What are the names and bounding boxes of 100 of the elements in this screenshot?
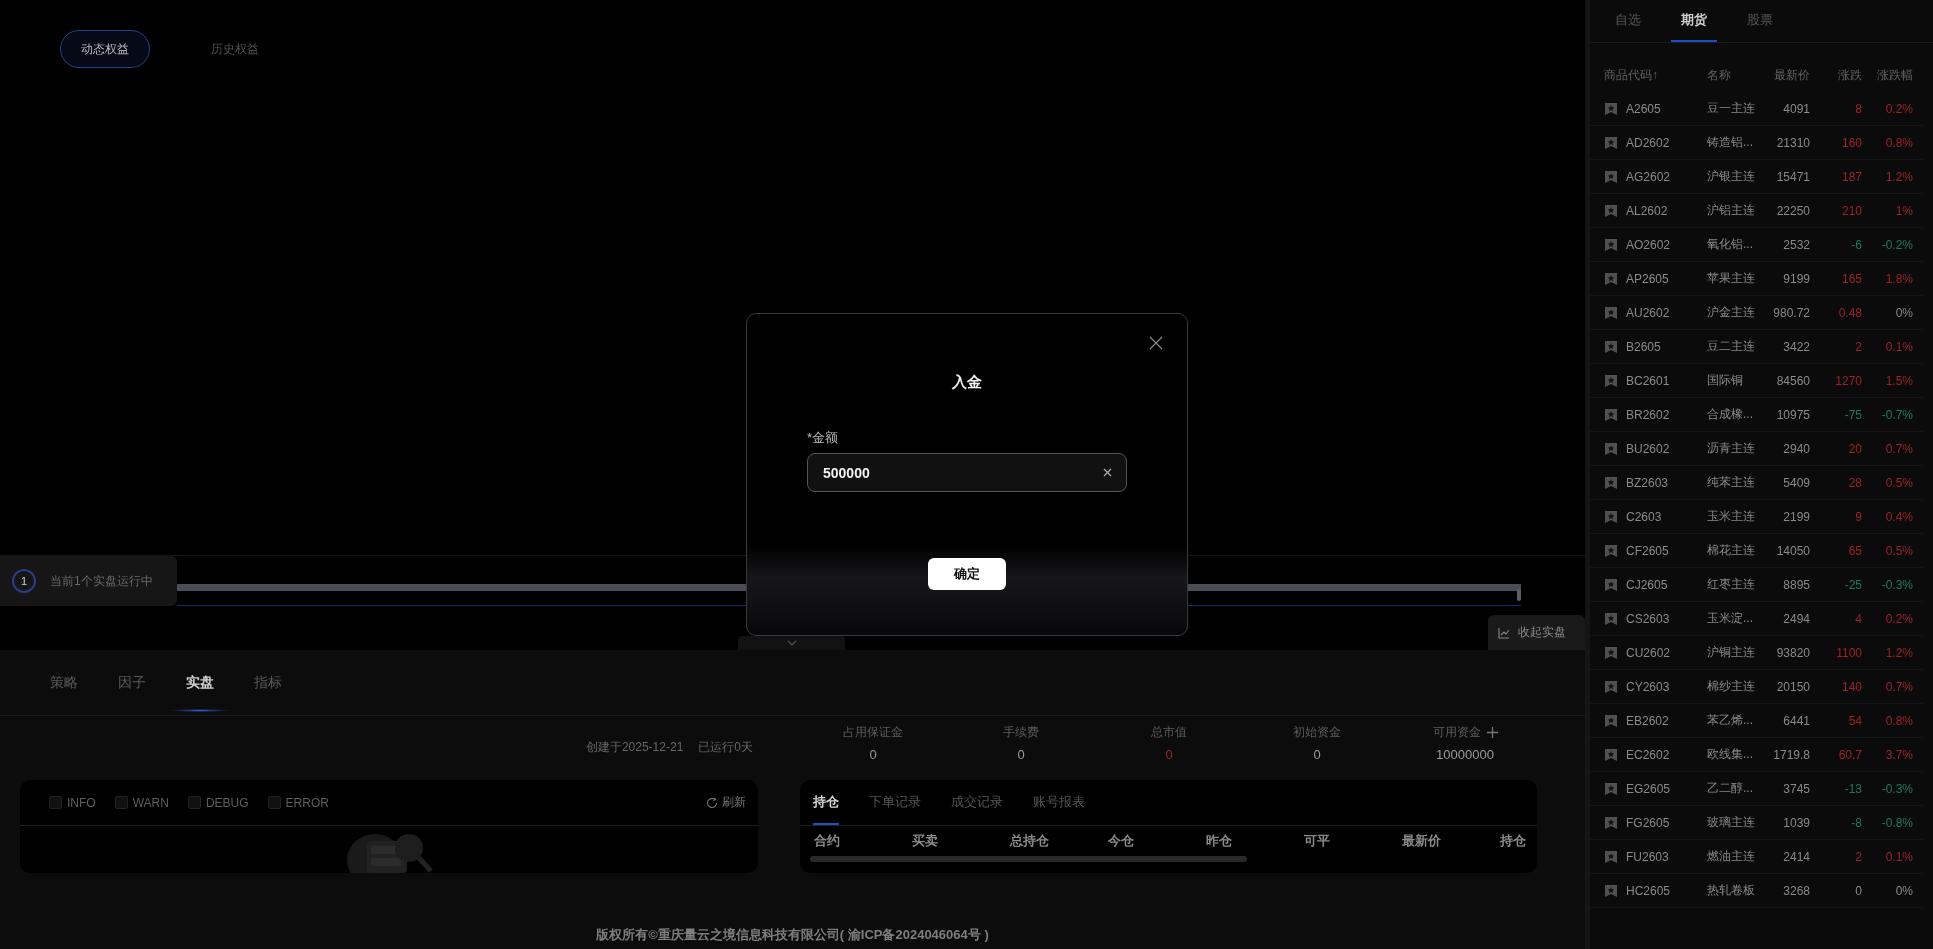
plus-icon[interactable] [1486, 727, 1498, 738]
contract-name: 合成橡... [1707, 406, 1754, 423]
checkbox[interactable] [114, 796, 128, 809]
checkbox[interactable] [267, 796, 281, 809]
bookmark-icon[interactable] [1604, 203, 1618, 218]
contract-name: 纯苯主连 [1707, 474, 1756, 491]
amount-field[interactable]: 500000 [807, 453, 1127, 492]
price-change: 4 [1854, 611, 1862, 626]
positions-tab[interactable]: 下单记录 [869, 780, 921, 825]
positions-tab[interactable]: 持仓 [813, 780, 839, 825]
change-percent: 0.5% [1884, 475, 1913, 490]
latest-price: 2414 [1782, 849, 1810, 864]
contract-code: AD2602 [1626, 135, 1671, 150]
change-percent: 0.7% [1884, 679, 1913, 694]
bookmark-icon[interactable] [1604, 407, 1618, 422]
bookmark-icon[interactable] [1604, 339, 1618, 354]
bookmark-icon[interactable] [1604, 645, 1618, 660]
collapse-button[interactable]: 收起实盘 [1488, 615, 1585, 650]
bookmark-icon[interactable] [1604, 849, 1618, 864]
column-header: 昨仓 [1206, 832, 1233, 850]
stat-value: 0 [869, 747, 877, 762]
bookmark-icon[interactable] [1604, 237, 1618, 252]
bookmark-icon[interactable] [1604, 101, 1618, 116]
bookmark-icon[interactable] [1604, 679, 1618, 694]
stat-label: 总市值 [1151, 724, 1187, 741]
price-change: 0.48 [1837, 305, 1862, 320]
bookmark-icon[interactable] [1604, 441, 1618, 456]
contract-code: CU2602 [1626, 645, 1672, 660]
confirm-button[interactable]: 确定 [928, 558, 1006, 590]
bookmark-icon[interactable] [1604, 135, 1618, 150]
panel-toggle-button[interactable] [738, 636, 845, 650]
bookmark-icon[interactable] [1604, 815, 1618, 830]
panel-tab[interactable]: 策略 [34, 650, 94, 715]
price-change: 0 [1854, 883, 1862, 898]
bookmark-icon[interactable] [1604, 577, 1618, 592]
contract-code: B2605 [1626, 339, 1662, 354]
latest-price: 980.72 [1772, 305, 1810, 320]
contract-code: AG2602 [1626, 169, 1672, 184]
contract-name: 苹果主连 [1707, 270, 1756, 287]
market-tab[interactable]: 自选 [1605, 0, 1651, 42]
bookmark-icon[interactable] [1604, 169, 1618, 184]
bookmark-icon[interactable] [1604, 373, 1618, 388]
price-change: -8 [1850, 815, 1862, 830]
change-percent: 1.2% [1884, 645, 1913, 660]
horizontal-scrollbar[interactable] [810, 856, 1247, 862]
latest-price: 14050 [1775, 543, 1810, 558]
change-percent: 0.1% [1884, 849, 1913, 864]
contract-name: 乙二醇... [1707, 780, 1754, 797]
checkbox[interactable] [49, 796, 62, 809]
contract-code: A2605 [1626, 101, 1662, 116]
bookmark-icon[interactable] [1604, 883, 1618, 898]
bookmark-icon[interactable] [1604, 475, 1618, 490]
contract-name: 沪金主连 [1707, 304, 1756, 321]
column-header: 总持仓 [1010, 832, 1050, 850]
contract-name: 棉花主连 [1707, 542, 1756, 559]
equity-tab[interactable]: 历史权益 [190, 30, 280, 68]
checkbox[interactable] [187, 796, 201, 809]
latest-price: 1719.8 [1772, 747, 1810, 762]
latest-price: 5409 [1782, 475, 1810, 490]
market-tab[interactable]: 股票 [1737, 0, 1783, 42]
market-tab[interactable]: 期货 [1671, 0, 1717, 42]
change-percent: 0.2% [1884, 101, 1913, 116]
price-change: 8 [1854, 101, 1862, 116]
contract-name: 棉纱主连 [1707, 678, 1756, 695]
bookmark-icon[interactable] [1604, 305, 1618, 320]
contract-name: 国际铜 [1707, 372, 1744, 389]
positions-tab[interactable]: 账号报表 [1033, 780, 1085, 825]
latest-price: 1039 [1782, 815, 1810, 830]
contract-name: 豆二主连 [1707, 338, 1756, 355]
clear-icon[interactable] [1103, 468, 1112, 477]
bookmark-icon[interactable] [1604, 271, 1618, 286]
price-change: 1270 [1834, 373, 1862, 388]
equity-tab[interactable]: 动态权益 [60, 30, 150, 68]
bookmark-icon[interactable] [1604, 509, 1618, 524]
bookmark-icon[interactable] [1604, 747, 1618, 762]
price-change: 20 [1847, 441, 1862, 456]
change-percent: 3.7% [1884, 747, 1913, 762]
change-percent: 0% [1894, 305, 1913, 320]
panel-tab[interactable]: 因子 [102, 650, 162, 715]
change-percent: 0.7% [1884, 441, 1913, 456]
contract-name: 苯乙烯... [1707, 712, 1754, 729]
bookmark-icon[interactable] [1604, 781, 1618, 796]
latest-price: 2199 [1782, 509, 1810, 524]
column-header[interactable]: 商品代码↑ [1604, 67, 1707, 84]
panel-tab[interactable]: 实盘 [170, 650, 230, 715]
refresh-icon [706, 796, 718, 809]
checkbox-label: DEBUG [205, 795, 249, 810]
panel-tab[interactable]: 指标 [238, 650, 298, 715]
bookmark-icon[interactable] [1604, 543, 1618, 558]
bookmark-icon[interactable] [1604, 713, 1618, 728]
column-header: 持仓 [1500, 832, 1527, 850]
change-percent: 1.5% [1884, 373, 1913, 388]
positions-tab[interactable]: 成交记录 [951, 780, 1003, 825]
close-button[interactable] [1149, 336, 1163, 352]
refresh-button[interactable]: 刷新 [706, 794, 746, 811]
column-header: 名称 [1707, 67, 1732, 84]
change-percent: 0.8% [1884, 713, 1913, 728]
bookmark-icon[interactable] [1604, 611, 1618, 626]
checkbox-label: INFO [67, 795, 96, 810]
latest-price: 2494 [1782, 611, 1810, 626]
